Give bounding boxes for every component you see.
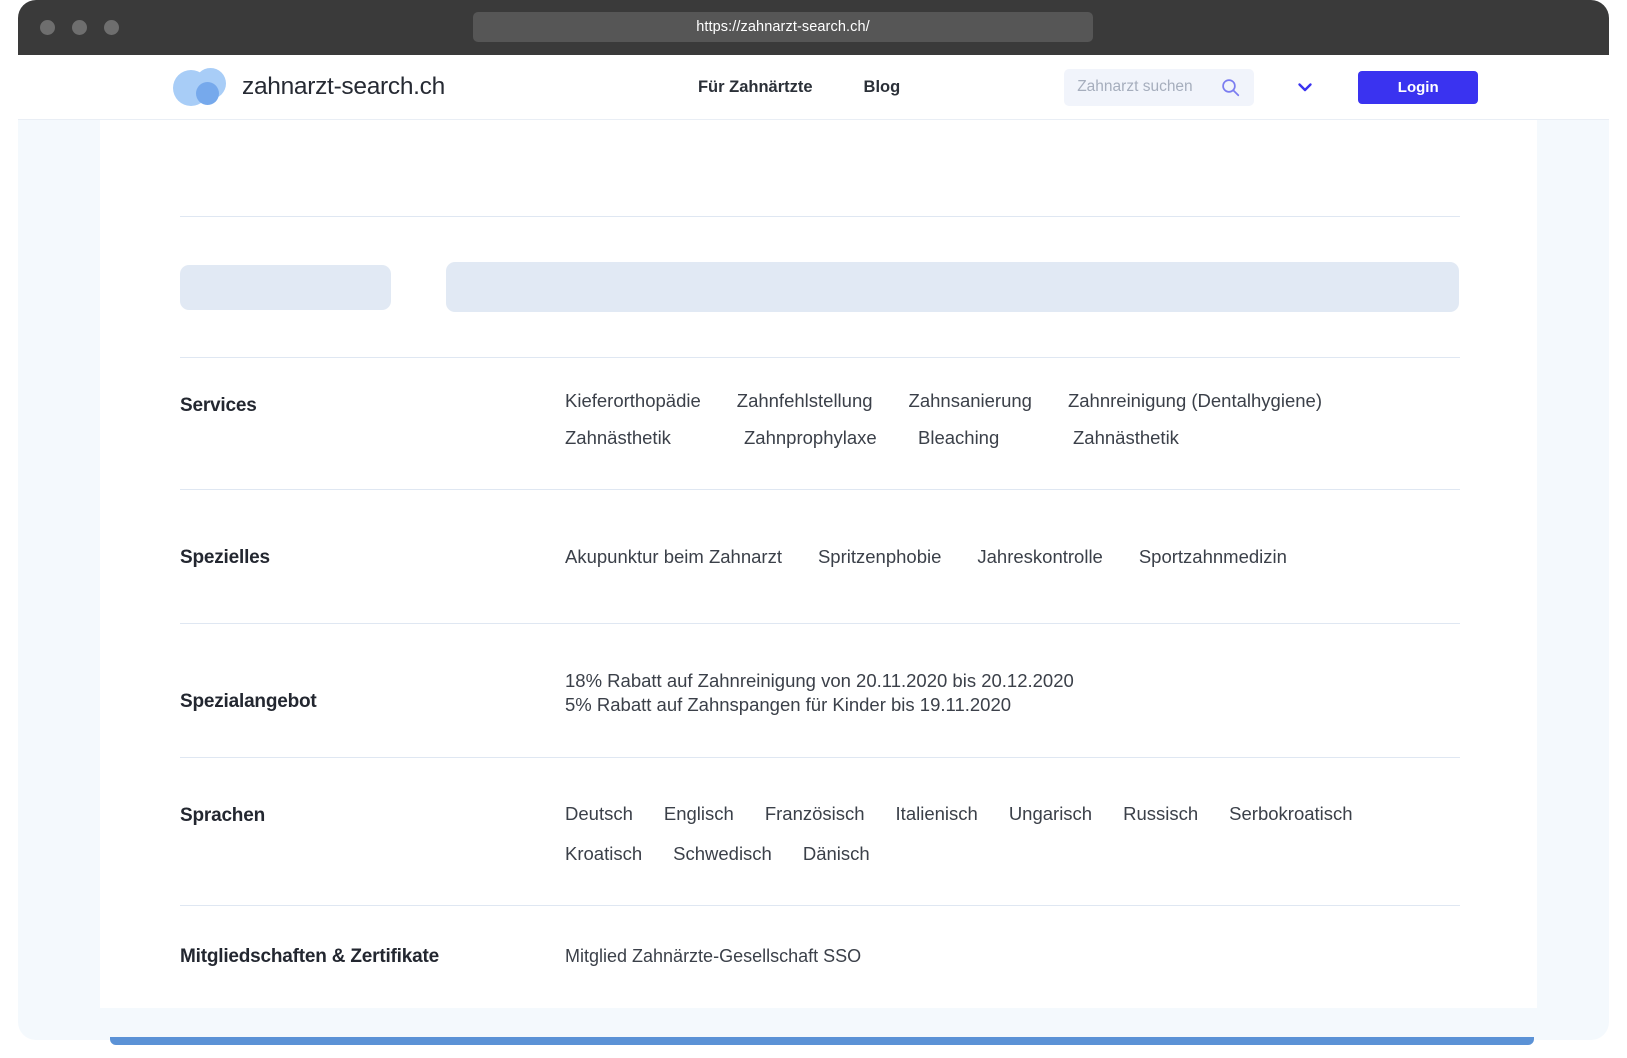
nav-link-fuer-zahnaerztze[interactable]: Für Zahnärtzte (698, 78, 813, 97)
spezielles-item[interactable]: Sportzahnmedizin (1139, 546, 1287, 568)
loading-placeholder-large (446, 262, 1459, 312)
maximize-dot[interactable] (104, 20, 119, 35)
sprache-item[interactable]: Russisch (1123, 803, 1198, 825)
url-bar[interactable]: https://zahnarzt-search.ch/ (473, 12, 1093, 42)
main-navigation: Für Zahnärtzte Blog (698, 78, 900, 97)
sprache-item[interactable]: Englisch (664, 803, 734, 825)
minimize-dot[interactable] (72, 20, 87, 35)
section-label-spezielles: Spezielles (180, 547, 270, 568)
mitgliedschaft-line: Mitglied Zahnärzte-Gesellschaft SSO (565, 946, 862, 966)
sprache-item[interactable]: Italienisch (896, 803, 978, 825)
brand-name: zahnarzt-search.ch (242, 73, 445, 100)
sprache-item[interactable]: Schwedisch (673, 843, 772, 865)
section-spezielles: Spezielles Akupunktur beim Zahnarzt Spri… (180, 490, 1460, 623)
loading-placeholder-small (180, 264, 391, 310)
window-controls[interactable] (40, 20, 119, 35)
section-services: Services Kieferorthopädie Zahnfehlstellu… (180, 358, 1460, 489)
sprache-item[interactable]: Dänisch (803, 843, 870, 865)
sprache-item[interactable]: Serbokroatisch (1229, 803, 1352, 825)
mitgliedschaften-lines: Mitglied Zahnärzte-Gesellschaft SSO (565, 945, 1460, 968)
login-button-label: Login (1397, 78, 1439, 96)
section-sprachen: Sprachen Deutsch Englisch Französisch It… (180, 758, 1460, 905)
overlapping-circles-logo-icon (173, 68, 228, 106)
spezialangebot-line: 18% Rabatt auf Zahnreinigung von 20.11.2… (565, 670, 1074, 691)
spezielles-item[interactable]: Jahreskontrolle (977, 546, 1102, 568)
section-mitgliedschaften: Mitgliedschaften & Zertifikate Mitglied … (180, 906, 1460, 1006)
services-list: Kieferorthopädie Zahnfehlstellung Zahnsa… (565, 391, 1460, 465)
service-item[interactable]: Zahnästhetik (565, 428, 744, 448)
spezielles-item[interactable]: Akupunktur beim Zahnarzt (565, 546, 782, 568)
url-text: https://zahnarzt-search.ch/ (696, 19, 870, 35)
section-spezialangebot: Spezialangebot 18% Rabatt auf Zahnreinig… (180, 624, 1460, 757)
sprache-item[interactable]: Ungarisch (1009, 803, 1092, 825)
service-item[interactable]: Kieferorthopädie (565, 391, 701, 411)
sprachen-list: Deutsch Englisch Französisch Italienisch… (565, 803, 1460, 883)
sprache-item[interactable]: Kroatisch (565, 843, 642, 865)
spezialangebot-lines: 18% Rabatt auf Zahnreinigung von 20.11.2… (565, 669, 1460, 716)
service-item[interactable]: Zahnfehlstellung (737, 391, 873, 411)
browser-window: https://zahnarzt-search.ch/ zahnarzt-sea… (18, 0, 1609, 1040)
service-item[interactable]: Zahnsanierung (909, 391, 1032, 411)
search-box[interactable] (1064, 68, 1255, 106)
spezielles-item[interactable]: Spritzenphobie (818, 546, 941, 568)
login-button[interactable]: Login (1358, 70, 1479, 104)
chevron-down-icon[interactable] (1294, 76, 1316, 98)
sprache-item[interactable]: Deutsch (565, 803, 633, 825)
profile-content-card: Services Kieferorthopädie Zahnfehlstellu… (100, 120, 1537, 1008)
service-item[interactable]: Zahnreinigung (Dentalhygiene) (1068, 391, 1322, 411)
page-bottom-strip (110, 1037, 1534, 1045)
brand-logo-link[interactable]: zahnarzt-search.ch (173, 68, 445, 106)
service-item[interactable]: Bleaching (918, 428, 1073, 448)
spezielles-list: Akupunktur beim Zahnarzt Spritzenphobie … (565, 546, 1460, 580)
loading-placeholder-row (180, 217, 1460, 357)
section-label-services: Services (180, 395, 257, 416)
service-item[interactable]: Zahnästhetik (1073, 428, 1179, 448)
section-label-sprachen: Sprachen (180, 805, 265, 826)
nav-link-blog[interactable]: Blog (864, 78, 901, 97)
spezialangebot-line: 5% Rabatt auf Zahnspangen für Kinder bis… (565, 693, 1012, 715)
search-icon[interactable] (1221, 78, 1240, 97)
service-item[interactable]: Zahnprophylaxe (744, 428, 918, 448)
section-label-mitgliedschaften: Mitgliedschaften & Zertifikate (180, 946, 439, 967)
section-label-spezialangebot: Spezialangebot (180, 691, 317, 712)
search-input[interactable] (1064, 78, 1205, 96)
close-dot[interactable] (40, 20, 55, 35)
browser-titlebar: https://zahnarzt-search.ch/ (18, 0, 1609, 55)
site-header: zahnarzt-search.ch Für Zahnärtzte Blog L… (18, 55, 1609, 120)
sprache-item[interactable]: Französisch (765, 803, 865, 825)
